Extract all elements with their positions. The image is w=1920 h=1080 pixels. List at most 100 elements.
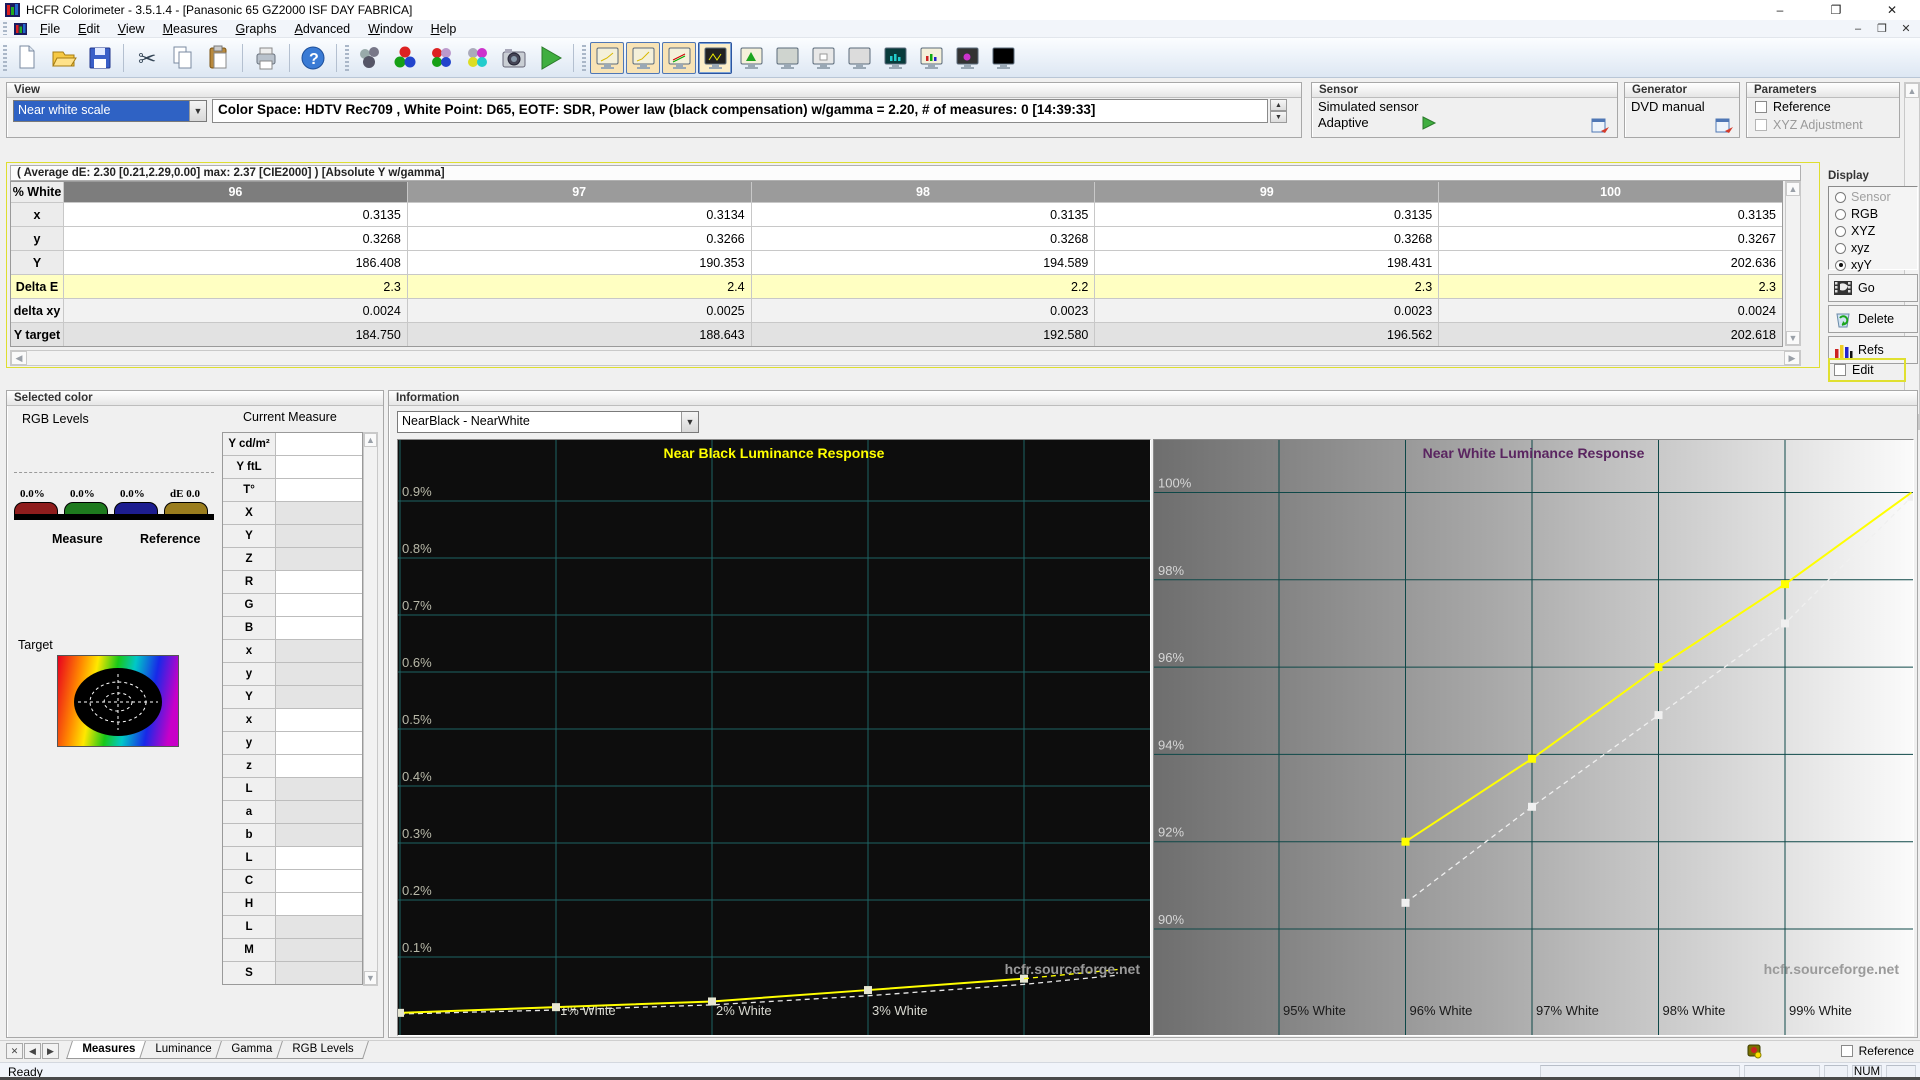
tab-close-icon[interactable]: ✕ bbox=[6, 1043, 23, 1059]
table-cell[interactable]: 202.618 bbox=[1439, 323, 1782, 346]
chevron-down-icon[interactable]: ▼ bbox=[681, 412, 698, 432]
menu-view[interactable]: View bbox=[109, 21, 154, 37]
table-cell[interactable]: 2.2 bbox=[752, 275, 1095, 298]
view-toggle-3[interactable] bbox=[662, 42, 696, 74]
view-toggle-1[interactable] bbox=[590, 42, 624, 74]
view-toggle-2[interactable] bbox=[626, 42, 660, 74]
information-select[interactable]: NearBlack - NearWhite ▼ bbox=[397, 411, 699, 433]
new-document-icon[interactable] bbox=[11, 42, 45, 74]
view-toggle-5[interactable] bbox=[734, 42, 768, 74]
table-cell[interactable]: 0.3266 bbox=[408, 227, 751, 250]
xyz-adjustment-checkbox[interactable] bbox=[1755, 119, 1767, 131]
menu-measures[interactable]: Measures bbox=[154, 21, 227, 37]
menu-file[interactable]: File bbox=[31, 21, 69, 37]
table-cell[interactable]: 190.353 bbox=[408, 251, 751, 274]
view-toggle-12[interactable] bbox=[986, 42, 1020, 74]
table-cell[interactable]: 184.750 bbox=[64, 323, 407, 346]
scale-select[interactable]: Near white scale ▼ bbox=[13, 100, 207, 122]
table-cell[interactable]: 0.0024 bbox=[1439, 299, 1782, 322]
sensor-rgb-icon[interactable] bbox=[389, 42, 423, 74]
radio-icon[interactable] bbox=[1835, 243, 1846, 254]
cut-icon[interactable]: ✂ bbox=[130, 42, 164, 74]
tab-next-icon[interactable]: ▶ bbox=[42, 1043, 59, 1059]
mdi-close-icon[interactable]: ✕ bbox=[1894, 20, 1918, 37]
sensor-run-icon[interactable] bbox=[1421, 116, 1437, 130]
restore-button[interactable]: ❐ bbox=[1808, 0, 1864, 20]
table-cell[interactable]: 186.408 bbox=[64, 251, 407, 274]
table-cell[interactable]: 0.3135 bbox=[752, 203, 1095, 226]
tab-rgb-levels[interactable]: RGB Levels bbox=[276, 1041, 369, 1059]
column-header[interactable]: 98 bbox=[752, 182, 1095, 202]
table-vscrollbar[interactable]: ▲ ▼ bbox=[1785, 181, 1801, 346]
display-option-XYZ[interactable]: XYZ bbox=[1835, 224, 1917, 238]
table-cell[interactable]: 2.4 bbox=[408, 275, 751, 298]
info-spinner[interactable]: ▲ ▼ bbox=[1270, 99, 1287, 123]
tab-reference-checkbox[interactable] bbox=[1841, 1045, 1853, 1057]
scroll-up-icon[interactable]: ▲ bbox=[1905, 83, 1919, 98]
display-option-RGB[interactable]: RGB bbox=[1835, 207, 1917, 221]
column-header[interactable]: 97 bbox=[408, 182, 751, 202]
scroll-up-icon[interactable]: ▲ bbox=[1786, 182, 1800, 196]
table-cell[interactable]: 0.0023 bbox=[1095, 299, 1438, 322]
table-cell[interactable]: 194.589 bbox=[752, 251, 1095, 274]
scroll-up-icon[interactable]: ▲ bbox=[364, 433, 377, 447]
table-cell[interactable]: 0.3268 bbox=[64, 227, 407, 250]
column-header[interactable]: 100 bbox=[1439, 182, 1782, 202]
display-option-Sensor[interactable]: Sensor bbox=[1835, 190, 1917, 204]
table-cell[interactable]: 188.643 bbox=[408, 323, 751, 346]
table-cell[interactable]: 0.3134 bbox=[408, 203, 751, 226]
table-cell[interactable]: 202.636 bbox=[1439, 251, 1782, 274]
view-toggle-9[interactable] bbox=[878, 42, 912, 74]
spin-up-icon[interactable]: ▲ bbox=[1270, 99, 1287, 111]
table-hscrollbar[interactable]: ◀ ▶ bbox=[10, 350, 1801, 366]
table-cell[interactable]: 192.580 bbox=[752, 323, 1095, 346]
open-file-icon[interactable] bbox=[47, 42, 81, 74]
display-option-xyz[interactable]: xyz bbox=[1835, 241, 1917, 255]
menu-window[interactable]: Window bbox=[359, 21, 421, 37]
sensor-rgb2-icon[interactable] bbox=[425, 42, 459, 74]
reference-checkbox[interactable] bbox=[1755, 101, 1767, 113]
print-icon[interactable] bbox=[249, 42, 283, 74]
menu-graphs[interactable]: Graphs bbox=[227, 21, 286, 37]
paste-icon[interactable] bbox=[202, 42, 236, 74]
help-icon[interactable]: ? bbox=[296, 42, 330, 74]
view-toggle-6[interactable] bbox=[770, 42, 804, 74]
table-cell[interactable]: 0.0023 bbox=[752, 299, 1095, 322]
view-toggle-10[interactable] bbox=[914, 42, 948, 74]
sensor-rgb3-icon[interactable] bbox=[461, 42, 495, 74]
mdi-restore-icon[interactable]: ❐ bbox=[1870, 20, 1894, 37]
run-measures-icon[interactable] bbox=[533, 42, 567, 74]
spin-down-icon[interactable]: ▼ bbox=[1270, 111, 1287, 123]
sensor-config-icon[interactable] bbox=[1591, 118, 1611, 134]
table-cell[interactable]: 2.3 bbox=[1095, 275, 1438, 298]
radio-icon[interactable] bbox=[1835, 209, 1846, 220]
scroll-left-icon[interactable]: ◀ bbox=[11, 351, 27, 365]
radio-icon[interactable] bbox=[1835, 260, 1846, 271]
copy-icon[interactable] bbox=[166, 42, 200, 74]
scroll-right-icon[interactable]: ▶ bbox=[1784, 351, 1800, 365]
scroll-down-icon[interactable]: ▼ bbox=[364, 971, 377, 985]
table-cell[interactable]: 0.3135 bbox=[1095, 203, 1438, 226]
go-button[interactable]: Go bbox=[1828, 274, 1918, 302]
menu-edit[interactable]: Edit bbox=[69, 21, 109, 37]
view-toggle-8[interactable] bbox=[842, 42, 876, 74]
table-cell[interactable]: 0.3268 bbox=[1095, 227, 1438, 250]
menu-help[interactable]: Help bbox=[422, 21, 466, 37]
edit-toggle[interactable]: Edit bbox=[1828, 358, 1906, 382]
view-toggle-11[interactable] bbox=[950, 42, 984, 74]
column-header[interactable]: 96 bbox=[64, 182, 407, 202]
column-header[interactable]: 99 bbox=[1095, 182, 1438, 202]
edit-checkbox[interactable] bbox=[1834, 364, 1846, 376]
table-cell[interactable]: 196.562 bbox=[1095, 323, 1438, 346]
display-option-xyY[interactable]: xyY bbox=[1835, 258, 1917, 272]
tab-measures[interactable]: Measures bbox=[66, 1041, 151, 1059]
mdi-minimize-icon[interactable]: – bbox=[1846, 20, 1870, 37]
table-cell[interactable]: 0.3268 bbox=[752, 227, 1095, 250]
table-cell[interactable]: 0.0024 bbox=[64, 299, 407, 322]
chevron-down-icon[interactable]: ▼ bbox=[189, 101, 206, 121]
view-toggle-4[interactable] bbox=[698, 42, 732, 74]
table-cell[interactable]: 0.3267 bbox=[1439, 227, 1782, 250]
sensor-gray-icon[interactable] bbox=[353, 42, 387, 74]
radio-icon[interactable] bbox=[1835, 226, 1846, 237]
table-cell[interactable]: 2.3 bbox=[64, 275, 407, 298]
